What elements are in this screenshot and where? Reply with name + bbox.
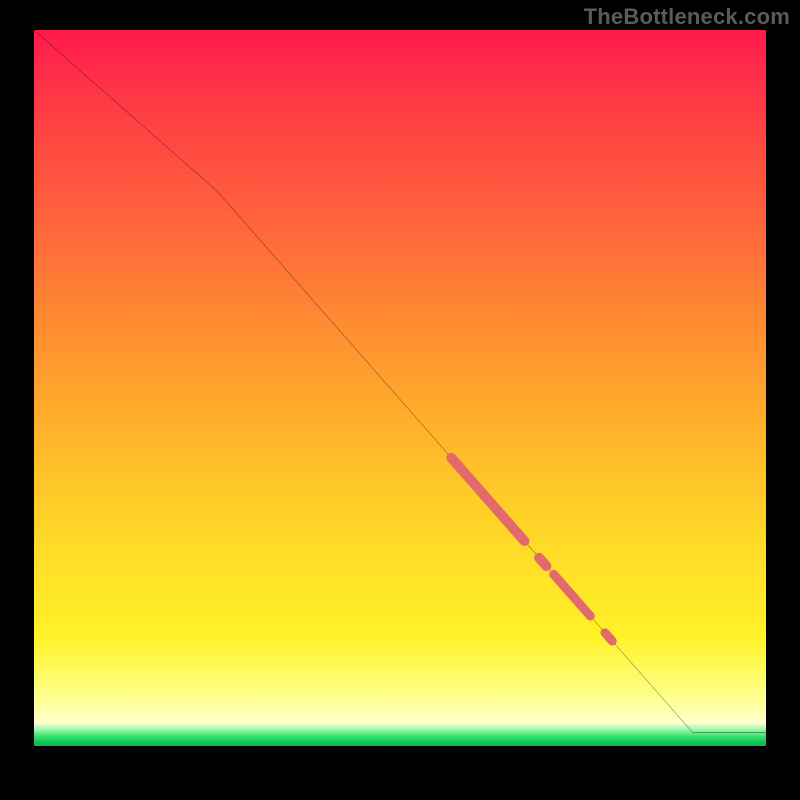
bottleneck-curve [34, 30, 766, 733]
marker-thick-segment [451, 458, 524, 541]
curve-layer [34, 30, 766, 762]
plot-area [34, 30, 766, 770]
attribution-label: TheBottleneck.com [584, 4, 790, 30]
marker-dot-2 [605, 633, 612, 641]
chart-stage: TheBottleneck.com [0, 0, 800, 800]
marker-short-segment [554, 574, 591, 616]
marker-dot-1 [539, 558, 546, 566]
